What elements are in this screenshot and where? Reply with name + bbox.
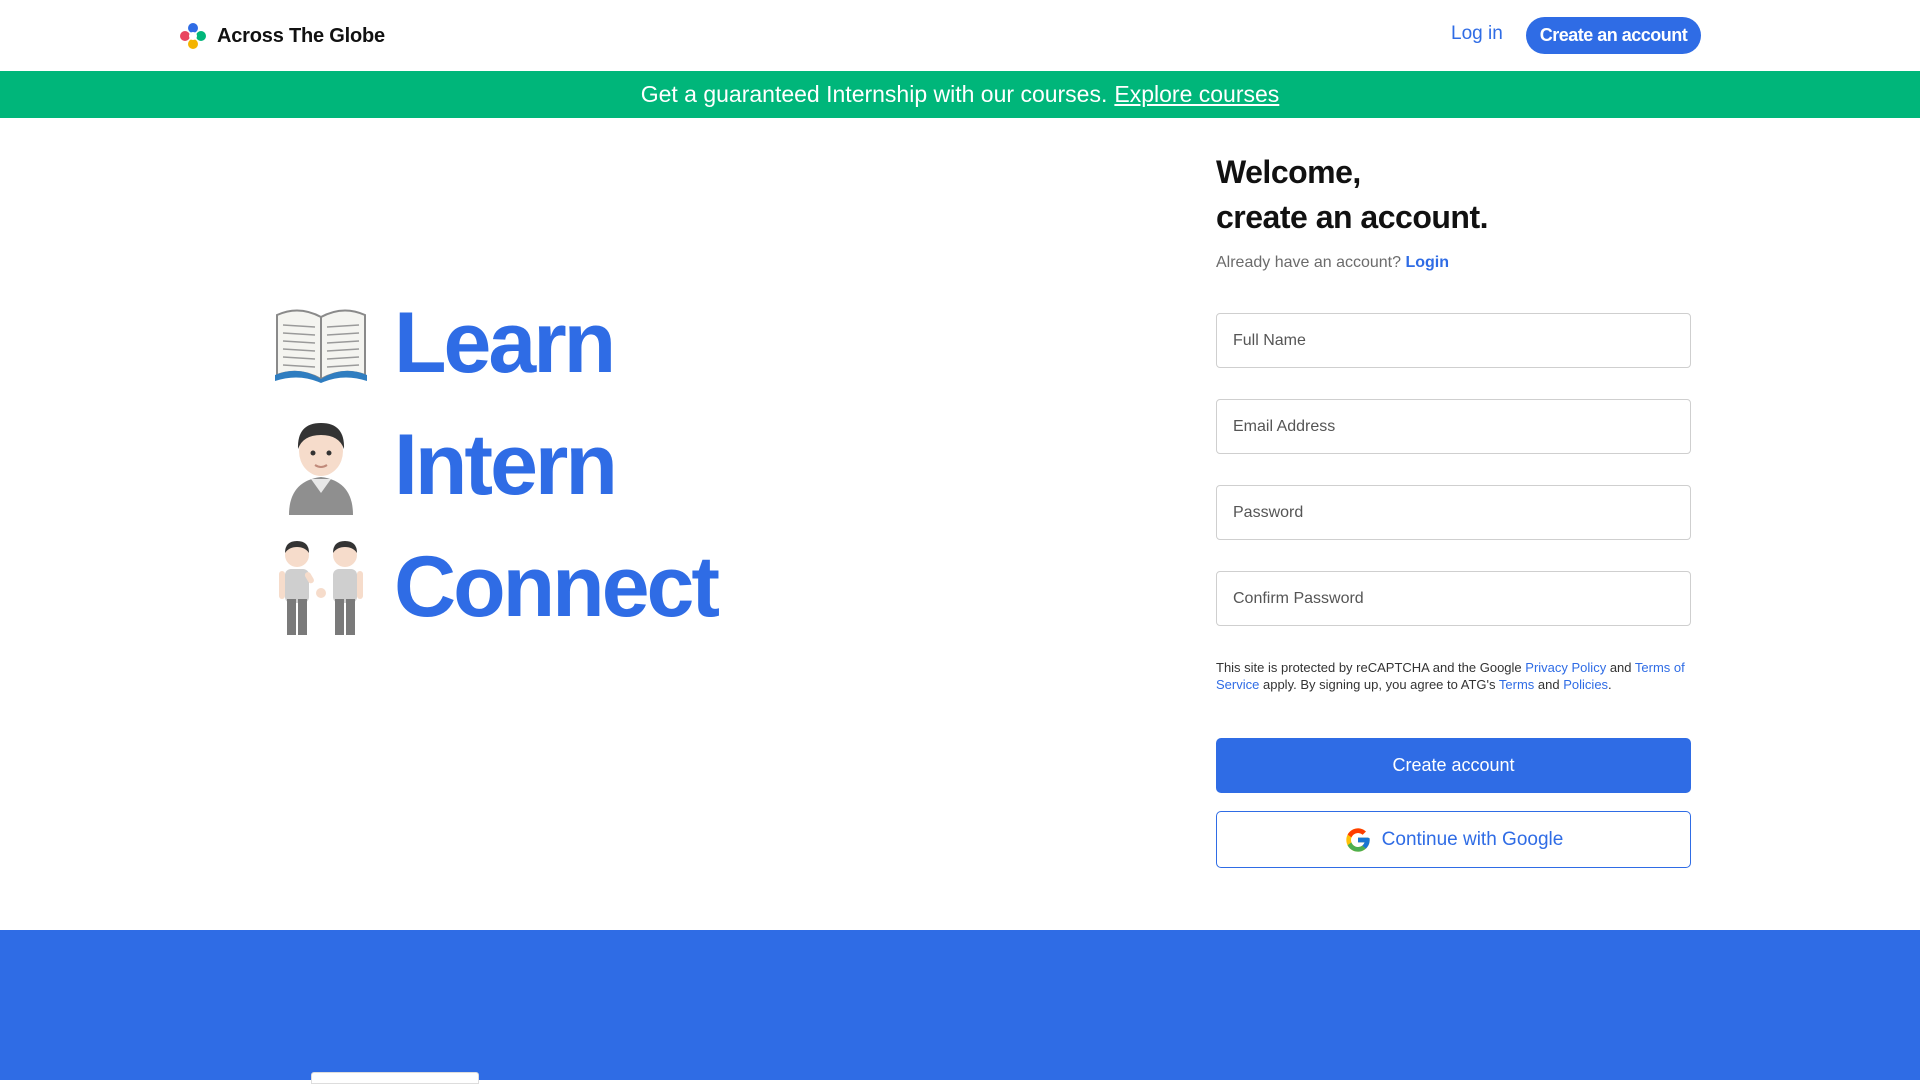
create-account-button[interactable]: Create account — [1216, 738, 1691, 793]
hero-item-learn: Learn — [270, 282, 717, 404]
promo-banner: Get a guaranteed Internship with our cou… — [0, 71, 1920, 118]
footer-chip — [311, 1072, 479, 1084]
privacy-policy-link[interactable]: Privacy Policy — [1525, 660, 1606, 675]
legal-text-2: apply. By signing up, you agree to ATG's — [1262, 677, 1496, 692]
legal-and-1: and — [1609, 660, 1632, 675]
login-prompt: Already have an account? Login — [1216, 254, 1691, 272]
hero-list: Learn Intern Connect — [270, 282, 720, 648]
login-prompt-text: Already have an account? — [1216, 254, 1402, 271]
explore-courses-link[interactable]: Explore courses — [1114, 81, 1279, 108]
full-name-input[interactable] — [1216, 313, 1691, 368]
form-title: Welcome, create an account. — [1216, 150, 1691, 240]
hero-word-learn: Learn — [394, 294, 616, 391]
form-title-line1: Welcome, — [1216, 154, 1361, 190]
hero-word-connect: Connect — [394, 538, 720, 635]
legal-and-2: and — [1537, 677, 1560, 692]
form-login-link[interactable]: Login — [1405, 254, 1449, 271]
brand[interactable]: Across The Globe — [179, 22, 385, 50]
google-icon — [1345, 827, 1370, 852]
create-account-nav-button[interactable]: Create an account — [1526, 17, 1701, 54]
people-holding-hands-icon — [270, 536, 372, 638]
form-title-line2: create an account. — [1216, 199, 1489, 235]
continue-with-google-button[interactable]: Continue with Google — [1216, 811, 1691, 868]
confirm-password-input[interactable] — [1216, 571, 1691, 626]
footer-band — [0, 930, 1920, 1080]
top-header: Across The Globe Log in Create an accoun… — [0, 0, 1920, 71]
person-icon — [270, 414, 372, 516]
legal-notice: This site is protected by reCAPTCHA and … — [1216, 659, 1691, 693]
banner-text: Get a guaranteed Internship with our cou… — [640, 81, 1108, 107]
hero-item-connect: Connect — [270, 526, 720, 648]
legal-period: . — [1608, 677, 1612, 692]
google-button-label: Continue with Google — [1381, 828, 1564, 850]
brand-name: Across The Globe — [217, 24, 385, 47]
password-input[interactable] — [1216, 485, 1691, 540]
legal-text-1: This site is protected by reCAPTCHA and … — [1216, 660, 1522, 675]
login-link[interactable]: Log in — [1451, 23, 1503, 45]
open-book-icon — [270, 292, 372, 394]
terms-link[interactable]: Terms — [1499, 677, 1534, 692]
hero-item-intern: Intern — [270, 404, 717, 526]
brand-logo-icon — [180, 23, 206, 49]
email-input[interactable] — [1216, 399, 1691, 454]
signup-form: Welcome, create an account. Already have… — [1216, 150, 1691, 868]
hero-word-intern: Intern — [394, 416, 618, 513]
policies-link[interactable]: Policies — [1563, 677, 1608, 692]
